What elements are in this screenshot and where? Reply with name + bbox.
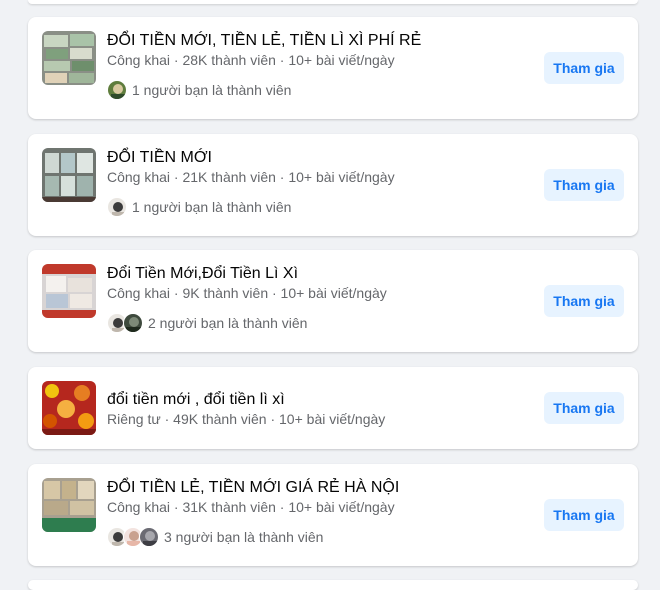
friends-row: 2 người bạn là thành viên [107,312,307,334]
friends-text: 1 người bạn là thành viên [132,199,292,215]
previous-card-edge [28,0,638,4]
friends-row: 3 người bạn là thành viên [107,526,323,548]
friend-avatar[interactable] [139,527,159,547]
friends-text: 2 người bạn là thành viên [148,315,308,331]
join-button[interactable]: Tham gia [544,499,624,531]
group-name[interactable]: ĐỔI TIỀN MỚI, TIỀN LẺ, TIỀN LÌ XÌ PHÍ RẺ [107,32,421,50]
next-card-edge [28,580,638,590]
group-thumbnail[interactable] [42,381,96,435]
join-button[interactable]: Tham gia [544,285,624,317]
group-card: Đổi Tiền Mới,Đổi Tiền Lì Xì Công khai · … [28,250,638,352]
group-card: ĐỔI TIỀN MỚI Công khai · 21K thành viên … [28,134,638,236]
join-button[interactable]: Tham gia [544,52,624,84]
group-meta: Công khai · 9K thành viên · 10+ bài viết… [107,285,387,301]
group-meta: Công khai · 31K thành viên · 10+ bài viế… [107,499,395,515]
friends-text: 3 người bạn là thành viên [164,529,324,545]
friend-avatar[interactable] [107,197,127,217]
group-thumbnail[interactable] [42,478,96,532]
friends-row: 1 người bạn là thành viên [107,196,291,218]
friend-avatar[interactable] [123,313,143,333]
group-card: ĐỔI TIỀN LẺ, TIỀN MỚI GIÁ RẺ HÀ NỘI Công… [28,464,638,566]
group-name[interactable]: đổi tiền mới , đổi tiền lì xì [107,391,285,409]
group-thumbnail[interactable] [42,264,96,318]
group-thumbnail[interactable] [42,148,96,202]
group-meta: Công khai · 28K thành viên · 10+ bài viế… [107,52,395,68]
friend-avatar[interactable] [107,80,127,100]
friends-row: 1 người bạn là thành viên [107,79,291,101]
group-name[interactable]: ĐỔI TIỀN MỚI [107,149,212,167]
group-card: ĐỔI TIỀN MỚI, TIỀN LẺ, TIỀN LÌ XÌ PHÍ RẺ… [28,17,638,119]
group-card: đổi tiền mới , đổi tiền lì xì Riêng tư ·… [28,367,638,449]
join-button[interactable]: Tham gia [544,169,624,201]
group-meta: Riêng tư · 49K thành viên · 10+ bài viết… [107,411,386,427]
group-thumbnail[interactable] [42,31,96,85]
friends-text: 1 người bạn là thành viên [132,82,292,98]
group-meta: Công khai · 21K thành viên · 10+ bài viế… [107,169,395,185]
group-name[interactable]: ĐỔI TIỀN LẺ, TIỀN MỚI GIÁ RẺ HÀ NỘI [107,479,399,497]
group-name[interactable]: Đổi Tiền Mới,Đổi Tiền Lì Xì [107,265,298,283]
join-button[interactable]: Tham gia [544,392,624,424]
